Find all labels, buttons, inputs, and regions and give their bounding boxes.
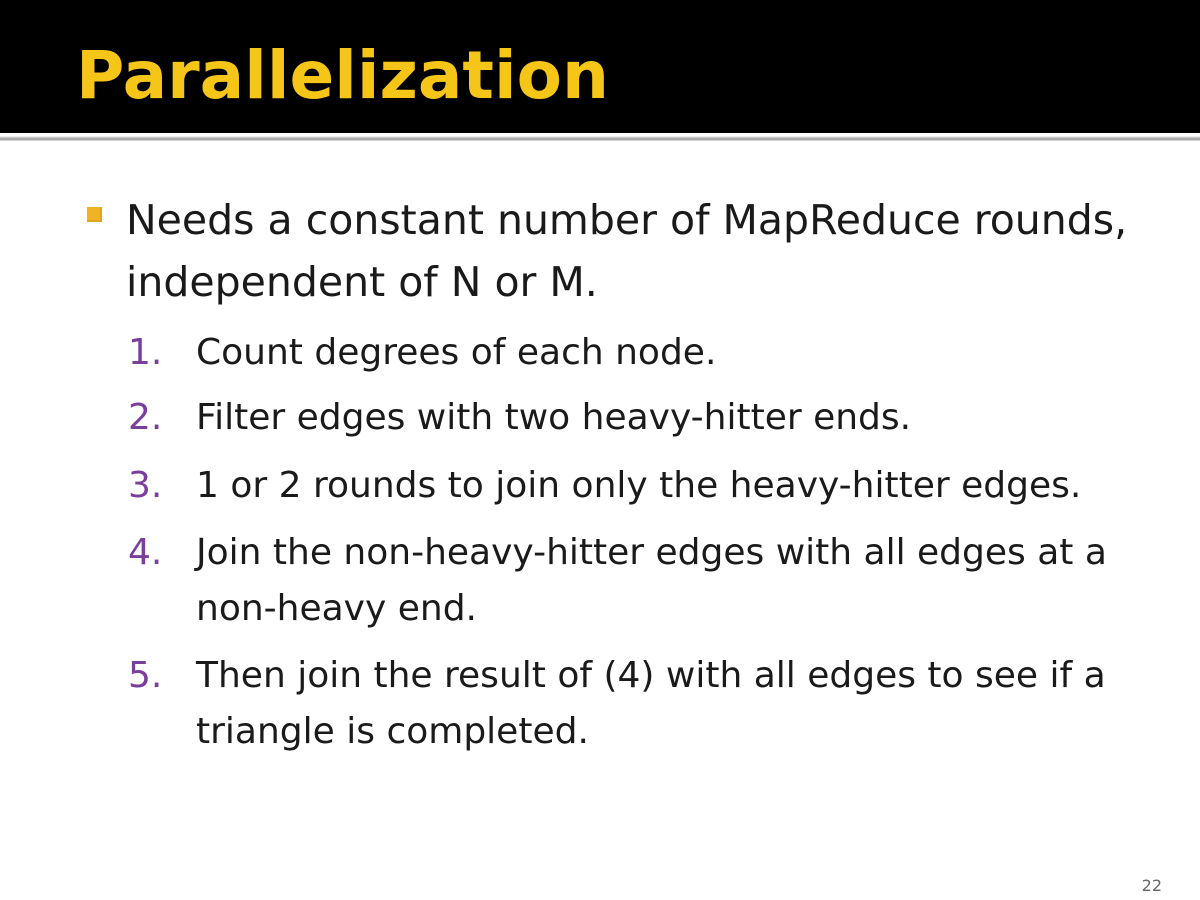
step-number: 3. [128, 465, 163, 506]
step-number: 1. [128, 332, 163, 373]
step-text: Count degrees of each node. [196, 332, 717, 373]
square-bullet-icon [87, 207, 102, 222]
step-text: Filter edges with two heavy-hitter ends. [196, 397, 912, 438]
slide-content: Needs a constant number of MapReduce rou… [0, 0, 1200, 900]
step-number: 4. [128, 532, 163, 573]
step-number: 2. [128, 397, 163, 438]
step-text: Join the non-heavy-hitter edges with all… [196, 532, 1107, 629]
step-number: 5. [128, 655, 163, 696]
main-bullet-text: Needs a constant number of MapReduce rou… [126, 196, 1128, 306]
step-text: Then join the result of (4) with all edg… [196, 655, 1106, 752]
step-text: 1 or 2 rounds to join only the heavy-hit… [196, 465, 1082, 506]
slide: Parallelization Needs a constant number … [0, 0, 1200, 900]
page-number: 22 [1141, 876, 1162, 895]
